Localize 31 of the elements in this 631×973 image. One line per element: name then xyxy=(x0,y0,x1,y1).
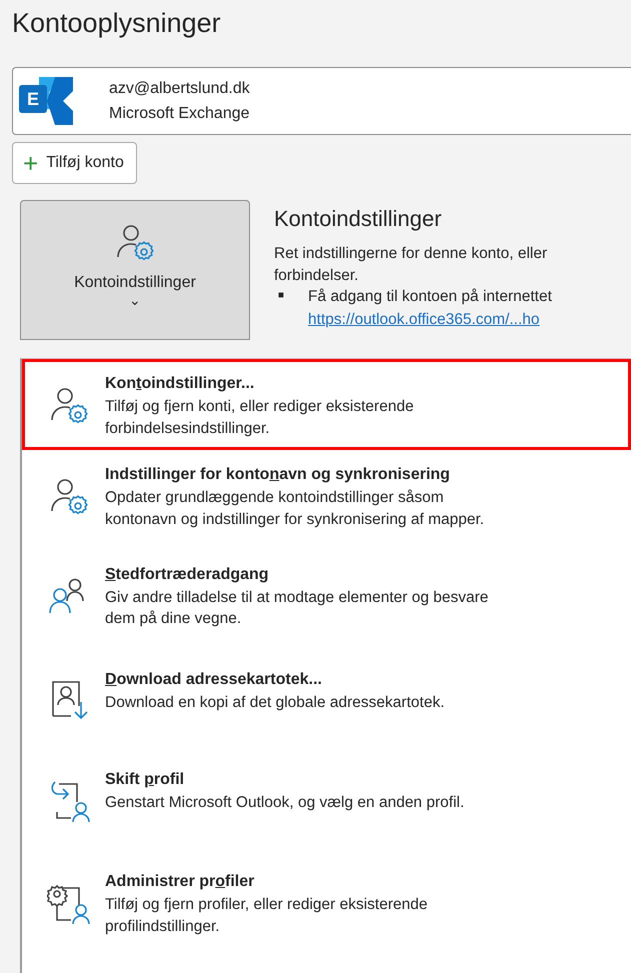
add-account-button[interactable]: + Tilføj konto xyxy=(12,142,137,184)
section-heading: Kontoindstillinger xyxy=(274,205,443,234)
menu-item-title: Kontoindstillinger... xyxy=(105,374,256,394)
menu-item-description: Giv andre tilladelse til at modtage elementer og besvare dem på dine vegne. xyxy=(105,588,488,630)
bullet-icon: ■ xyxy=(278,286,284,332)
menu-item[interactable]: Skift profil Genstart Microsoft Outlook, og vælg en anden profil. xyxy=(22,755,631,834)
menu-item-description: Download en kopi af det globale adressekartotek. xyxy=(105,693,444,714)
section-description: Ret indstillingerne for denne konto, eller xyxy=(274,244,548,264)
menu-item-title: Administrer profiler xyxy=(105,872,256,892)
plus-icon: + xyxy=(23,153,38,174)
page-title: Kontooplysninger xyxy=(12,7,222,40)
outlook-web-link[interactable]: https://outlook.office365.com/...ho xyxy=(308,311,540,328)
account-type: Microsoft Exchange xyxy=(109,104,250,124)
menu-item[interactable]: Download adressekartotek... Download en kopi af det globale adressekartotek. xyxy=(22,655,631,734)
menu-item-description: Tilføj og fjern profiler, eller rediger eksisterende profilindstillinger. xyxy=(105,895,428,937)
menu-item[interactable]: Administrer profiler Tilføj og fjern profiler, eller rediger eksisterende profilindstillinger. xyxy=(22,857,631,948)
caret-icon: ⌄ xyxy=(129,295,141,306)
menu-item-description: Tilføj og fjern konti, eller rediger eksisterende forbindelsesindstillinger. xyxy=(105,397,414,439)
menu-item[interactable]: Kontoindstillinger... Tilføj og fjern konti, eller rediger eksisterende forbindelsesindstillinger. xyxy=(22,359,631,450)
account-settings-button[interactable]: Kontoindstillinger ⌄ xyxy=(20,200,250,340)
menu-item-title: Indstillinger for kontonavn og synkronisering xyxy=(105,465,451,486)
menu-item-title: Download adressekartotek... xyxy=(105,670,323,690)
bullet-text: Få adgang til kontoen på internettet xyxy=(308,287,552,308)
menu-item-description: Genstart Microsoft Outlook, og vælg en anden profil. xyxy=(105,793,464,814)
menu-item-description: Opdater grundlæggende kontoindstillinger såsom kontonavn og indstillinger for synkronisering af mapper. xyxy=(105,488,484,530)
menu-item[interactable]: Stedfortræderadgang Giv andre tilladelse til at modtage elementer og besvare dem på dine vegne. xyxy=(22,550,631,642)
menu-item-title: Stedfortræderadgang xyxy=(105,564,270,585)
menu-item-title: Skift profil xyxy=(105,770,186,790)
account-email: azv@albertslund.dk xyxy=(109,78,250,98)
menu-item[interactable]: Indstillinger for kontonavn og synkronisering Opdater grundlæggende kontoindstillinger såsom kontonavn og indstillinger for synkronisering af mapper. xyxy=(22,450,631,542)
section-description: forbindelser. xyxy=(274,266,360,286)
